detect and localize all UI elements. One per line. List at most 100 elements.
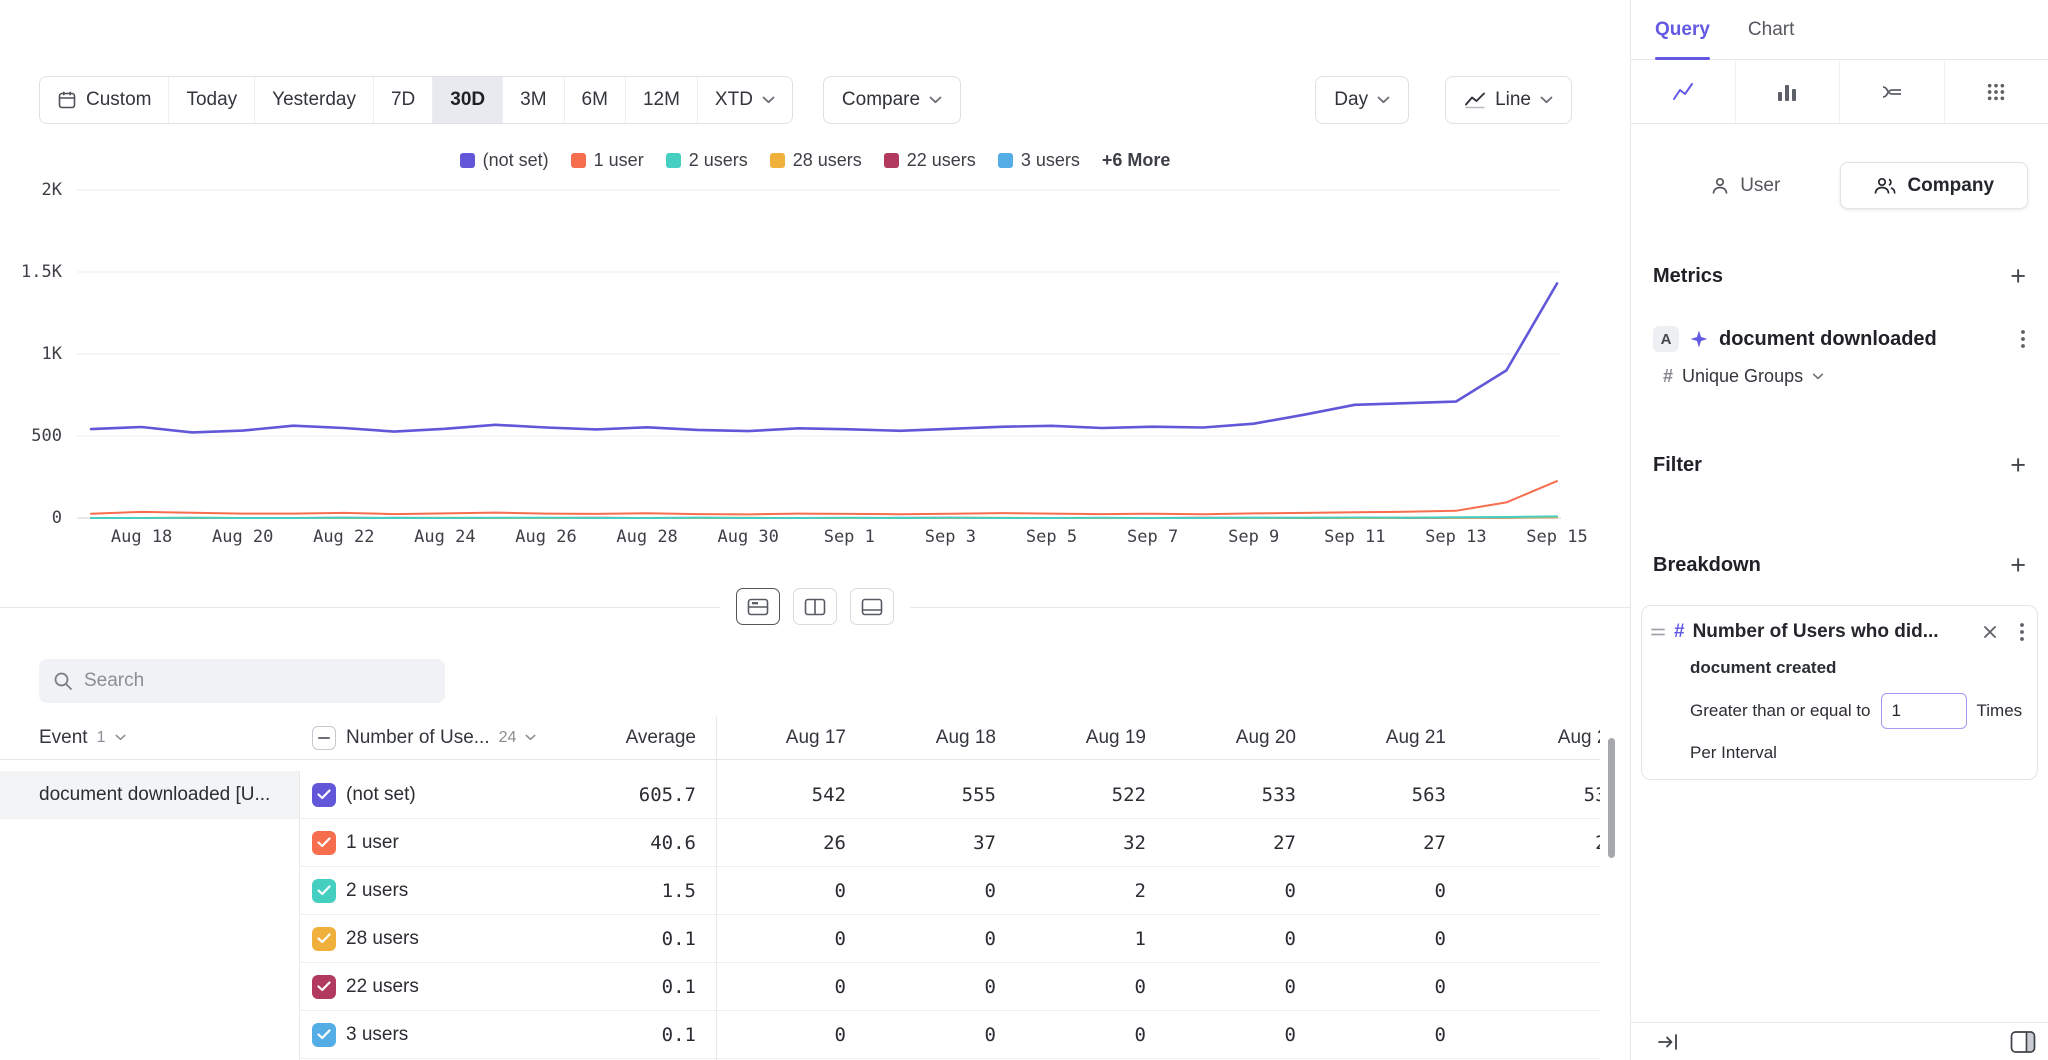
layout-toggle-bottom-panel[interactable] — [850, 588, 894, 625]
search-icon — [53, 671, 73, 691]
scope-company-button[interactable]: Company — [1840, 162, 2029, 209]
series-checkbox[interactable] — [312, 783, 336, 807]
x-axis-label: Sep 13 — [1425, 527, 1486, 547]
tab-chart[interactable]: Chart — [1748, 0, 1794, 59]
table-row: 3 users0.1000000 — [300, 1011, 1600, 1059]
cell-value: 0 — [866, 1024, 1016, 1046]
cell-value: 0 — [866, 976, 1016, 998]
series-checkbox[interactable] — [312, 975, 336, 999]
series-checkbox[interactable] — [312, 927, 336, 951]
panel-toggle-button[interactable] — [2010, 1030, 2036, 1054]
event-column-header[interactable]: Event 1 — [0, 727, 300, 749]
cell-value: 0 — [1466, 880, 1600, 902]
breakdown-card-title[interactable]: Number of Users who did... — [1693, 621, 1975, 643]
x-axis-label: Aug 30 — [717, 527, 778, 547]
event-count: 1 — [97, 729, 106, 747]
layout-toggle-split-vertical[interactable] — [793, 588, 837, 625]
close-icon[interactable] — [1983, 625, 1997, 639]
hash-icon: # — [1674, 621, 1685, 643]
event-list-item[interactable]: document downloaded [U... — [0, 771, 299, 819]
series-checkbox[interactable] — [312, 879, 336, 903]
results-table: Event 1 Number of Use... 24 Average Aug … — [0, 716, 1600, 1060]
filter-title: Filter — [1653, 454, 1702, 477]
select-all-checkbox[interactable] — [312, 726, 336, 750]
x-axis-label: Aug 24 — [414, 527, 475, 547]
analytics-app: CustomTodayYesterday7D30D3M6M12MXTD Comp… — [0, 0, 2048, 1060]
cell-value: 37 — [866, 832, 1016, 854]
metric-event-name[interactable]: document downloaded — [1719, 328, 2010, 351]
series-label: 2 users — [346, 880, 576, 902]
cell-value: 26 — [716, 832, 866, 854]
per-interval-label[interactable]: Per Interval — [1690, 743, 2025, 763]
cell-value: 0 — [716, 880, 866, 902]
cell-value: 542 — [716, 784, 866, 806]
average-value: 0.1 — [576, 1024, 716, 1046]
chart-type-tab-bar-chart[interactable] — [1736, 60, 1841, 123]
average-value: 605.7 — [576, 784, 716, 806]
cell-value: 0 — [1166, 880, 1316, 902]
kebab-menu-icon[interactable] — [2020, 327, 2026, 351]
cell-value: 555 — [866, 784, 1016, 806]
cell-value: 0 — [1316, 1024, 1466, 1046]
cell-value: 27 — [1166, 832, 1316, 854]
chart-type-tab-flow[interactable] — [1840, 60, 1945, 123]
series-checkbox[interactable] — [312, 1023, 336, 1047]
panel-tabs: Query Chart — [1631, 0, 2048, 60]
tab-query[interactable]: Query — [1655, 0, 1710, 59]
group-column-header[interactable]: Number of Use... 24 — [346, 727, 576, 749]
average-column-header: Average — [576, 727, 716, 749]
average-value: 0.1 — [576, 928, 716, 950]
drag-handle-icon[interactable] — [1650, 625, 1666, 639]
layout-toggle-group — [720, 588, 910, 625]
x-axis-label: Aug 26 — [515, 527, 576, 547]
cell-value: 533 — [1466, 784, 1600, 806]
line-chart — [0, 0, 1630, 560]
check-icon — [317, 981, 331, 992]
flow-icon — [1880, 80, 1904, 104]
search-input[interactable] — [84, 670, 431, 692]
y-axis-label: 2K — [0, 179, 62, 201]
scope-user-button[interactable]: User — [1651, 162, 1840, 209]
chart-type-tab-line-chart[interactable] — [1631, 60, 1736, 123]
event-sparkle-icon — [1689, 329, 1709, 349]
x-axis-label: Sep 9 — [1228, 527, 1279, 547]
cell-value: 0 — [1166, 976, 1316, 998]
breakdown-card: # Number of Users who did... document cr… — [1641, 605, 2038, 780]
breakdown-event-name[interactable]: document created — [1690, 658, 2025, 678]
cell-value: 0 — [1166, 928, 1316, 950]
condition-operator[interactable]: Greater than or equal to — [1690, 701, 1871, 721]
table-row: 2 users1.5002000 — [300, 867, 1600, 915]
series-label: 3 users — [346, 1024, 576, 1046]
x-axis-label: Sep 5 — [1026, 527, 1077, 547]
series-label: (not set) — [346, 784, 576, 806]
check-icon — [317, 837, 331, 848]
add-metric-button[interactable]: + — [2010, 263, 2026, 290]
chart-module: CustomTodayYesterday7D30D3M6M12MXTD Comp… — [0, 0, 1630, 1060]
side-panel-icon — [2010, 1030, 2036, 1054]
metric-badge: A — [1653, 326, 1679, 352]
chart-type-tab-more-charts[interactable] — [1945, 60, 2048, 123]
check-icon — [317, 885, 331, 896]
metric-measure-selector[interactable]: # Unique Groups — [1631, 366, 2048, 387]
add-filter-button[interactable]: + — [2010, 452, 2026, 479]
layout-toggle-split-horizontal[interactable] — [736, 588, 780, 625]
add-breakdown-button[interactable]: + — [2010, 552, 2026, 579]
cell-value: 0 — [716, 1024, 866, 1046]
cell-value: 0 — [1166, 1024, 1316, 1046]
series-label: 1 user — [346, 832, 576, 854]
collapse-panel-button[interactable] — [1657, 1032, 1679, 1052]
user-icon — [1710, 176, 1730, 196]
search-box — [39, 659, 445, 703]
arrow-to-bar-icon — [1657, 1032, 1679, 1052]
metrics-title: Metrics — [1653, 265, 1723, 288]
x-axis-label: Sep 7 — [1127, 527, 1178, 547]
date-column-header: Aug 20 — [1166, 727, 1316, 749]
cell-value: 0 — [1016, 976, 1166, 998]
split-vertical-icon — [804, 598, 826, 616]
series-checkbox[interactable] — [312, 831, 336, 855]
condition-value-input[interactable] — [1881, 693, 1967, 729]
minus-icon — [318, 737, 330, 739]
x-axis-label: Aug 20 — [212, 527, 273, 547]
table-scrollbar[interactable] — [1608, 738, 1615, 858]
kebab-menu-icon[interactable] — [2019, 620, 2025, 644]
